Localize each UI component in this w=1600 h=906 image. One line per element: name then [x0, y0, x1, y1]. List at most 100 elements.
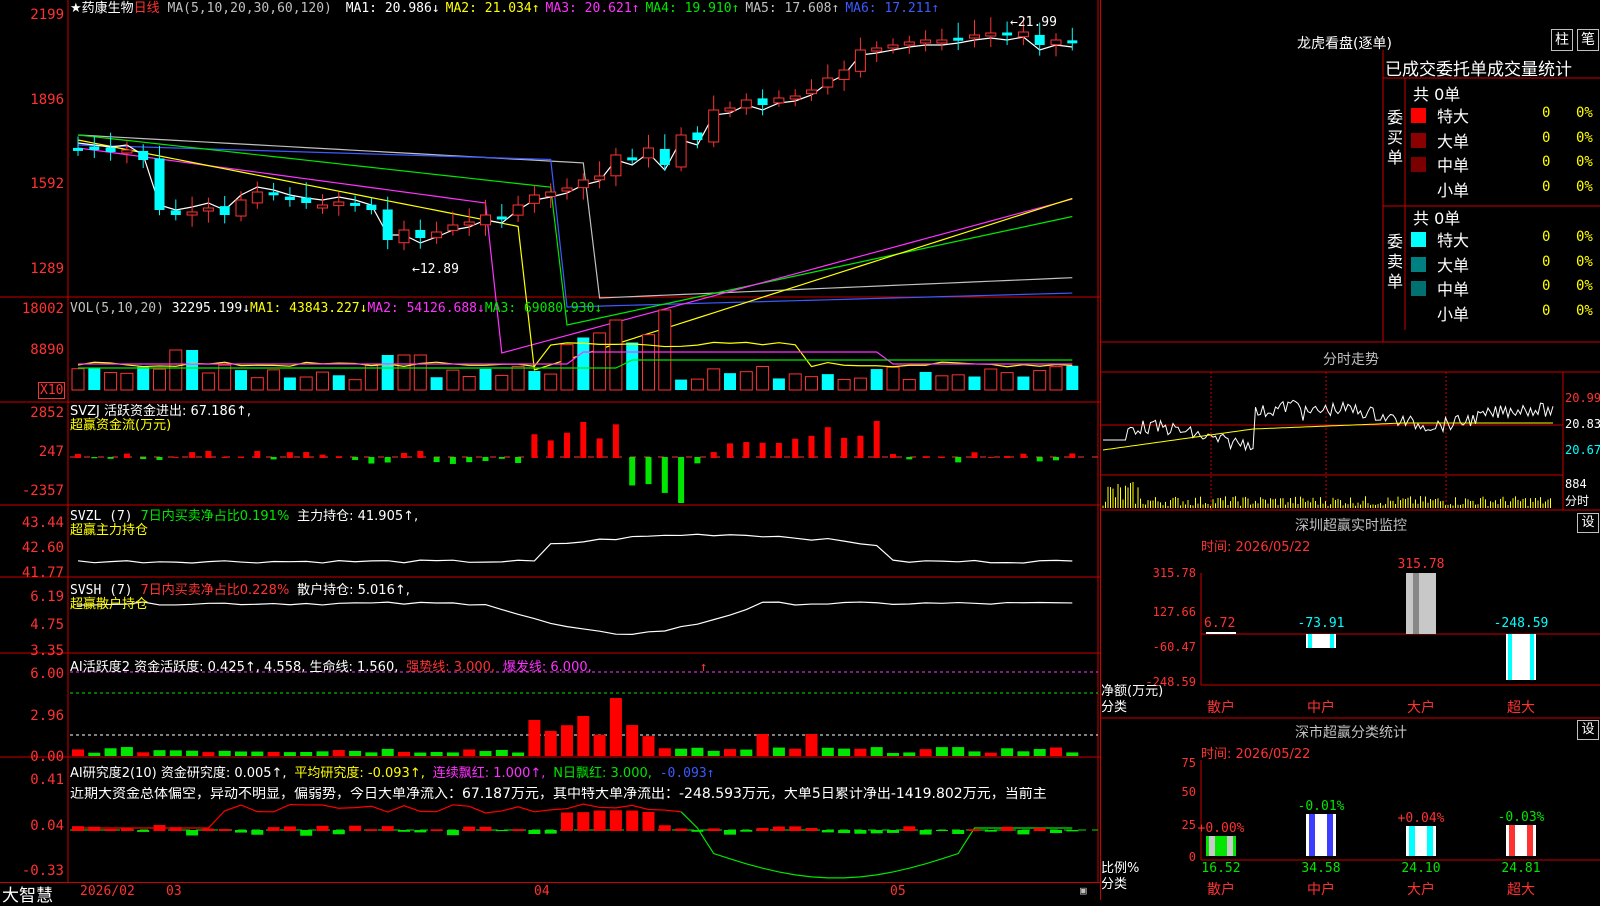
research-bar: [414, 830, 427, 833]
ma-value: MA6: 17.211↑: [845, 1, 940, 16]
intraday-axis-label: 20.83: [1565, 417, 1600, 431]
activity-bar: [169, 750, 182, 756]
candle-body: [740, 99, 752, 109]
main-indicator-header: ★药康生物日线 MA(5,10,20,30,60,120) MA1: 20.98…: [70, 1, 939, 16]
monitor-bar-accent: [1330, 634, 1334, 648]
period-label[interactable]: 日线: [134, 1, 160, 16]
candle-body: [920, 39, 932, 44]
volume-bar: [919, 371, 932, 390]
kline-chart-canvas[interactable]: [0, 0, 1100, 882]
fund-flow-bar: [368, 457, 375, 464]
research-bar: [120, 827, 133, 831]
research-bar: [88, 826, 101, 831]
research-bar: [544, 830, 557, 834]
candle-body: [268, 192, 279, 196]
svsh-header: SVSH (7) 7日内买卖净占比0.228% 散户持仓: 5.016↑,: [70, 583, 410, 598]
tick-mode-button[interactable]: 笔: [1577, 29, 1599, 51]
volume-bar: [544, 373, 558, 391]
candle-body: [610, 154, 622, 177]
research-bar: [300, 830, 313, 836]
monitor-axis-label: -60.47: [1153, 640, 1196, 654]
volume-bar: [364, 365, 378, 391]
volume-bar: [870, 369, 883, 390]
stats-settings-button[interactable]: 设: [1577, 720, 1599, 740]
vol-unit-badge[interactable]: X10: [38, 382, 66, 399]
volume-bar: [739, 371, 753, 391]
activity-bar: [512, 752, 525, 756]
fund-flow-bar: [710, 452, 717, 458]
research-bar: [561, 812, 573, 831]
fund-flow-bar: [645, 457, 652, 485]
research-bar: [968, 829, 981, 831]
volume-bar: [169, 349, 183, 391]
order-stats-tabs[interactable]: 已成交委托单成交量统计: [1385, 55, 1600, 80]
research-bar: [365, 829, 378, 831]
research-bar: [398, 830, 410, 832]
intraday-title: 分时走势: [1323, 352, 1379, 368]
stats-category-label: 超大: [1507, 882, 1535, 898]
fund-flow-bar: [303, 452, 310, 458]
candle-body: [1017, 31, 1029, 38]
candle-body: [447, 224, 459, 231]
intraday-axis-label: 20.99: [1565, 391, 1600, 405]
volume-bar: [413, 354, 427, 391]
monitor-settings-button[interactable]: 设: [1577, 513, 1599, 533]
fund-flow-bar: [498, 457, 505, 459]
candle-body: [594, 175, 606, 181]
order-type-label: 特大: [1437, 231, 1470, 250]
monitor-bar-accent: [1308, 634, 1312, 648]
stats-category-label: 中户: [1307, 881, 1335, 898]
stats-bar-accent: [1227, 836, 1233, 856]
retail-holding-line: [77, 601, 1073, 635]
svzj-axis-label: 2852: [30, 405, 64, 421]
activity-bar: [707, 750, 720, 756]
kline-chart-area[interactable]: ★药康生物日线 MA(5,10,20,30,60,120) MA1: 20.98…: [0, 0, 1100, 882]
activity-bar: [919, 749, 932, 756]
candle-body: [284, 196, 295, 200]
activity-bar: [218, 750, 231, 756]
activity-bar: [935, 747, 948, 756]
monitor-bar: [1206, 632, 1236, 634]
fund-flow-bar: [172, 456, 179, 458]
ma-value: MA2: 21.034↑: [445, 1, 540, 16]
fund-flow-bar: [808, 435, 815, 458]
candle-body: [871, 47, 883, 52]
stats-axis-label: 50: [1182, 785, 1196, 799]
activity-bar: [267, 752, 280, 756]
lock-icon[interactable]: ▣: [1080, 884, 1087, 897]
monitor-value-label: -73.91: [1298, 616, 1345, 631]
activity-bar: [821, 747, 834, 756]
candle-body: [577, 179, 589, 189]
ma-values: MA1: 20.986↓ MA2: 21.034↑ MA3: 20.621↑ MA4:…: [340, 1, 940, 16]
order-count: 0: [1542, 154, 1551, 170]
monitor-time: 时间: 2026/05/22: [1201, 540, 1311, 555]
research-bar: [887, 830, 899, 833]
fund-flow-bar: [319, 454, 326, 458]
research-line-green: [680, 811, 1073, 879]
order-type-label: 大单: [1437, 131, 1470, 151]
activity-bar: [772, 747, 785, 756]
order-color-swatch: [1411, 232, 1426, 247]
bar-mode-button[interactable]: 柱: [1551, 29, 1573, 51]
volume-bar: [902, 379, 916, 391]
ai2-axis-label: 0.04: [30, 818, 64, 834]
svzl-header: SVZL (7) 7日内买卖净占比0.191% 主力持仓: 41.905↑,: [70, 509, 419, 524]
activity-bar: [658, 748, 671, 756]
stats-bar-accent: [1309, 814, 1315, 856]
candle-body: [73, 147, 83, 151]
svzj-axis-label: -2357: [21, 483, 64, 499]
fund-flow-bar: [238, 456, 244, 458]
activity-bar: [349, 750, 362, 756]
research-bar: [609, 810, 622, 831]
order-count: 0: [1542, 178, 1551, 195]
fund-flow-bar: [449, 457, 456, 464]
order-type-label: 小单: [1437, 304, 1470, 324]
monitor-bar-accent: [1413, 573, 1419, 634]
fund-flow-bar: [547, 440, 554, 458]
stock-name[interactable]: ★药康生物: [70, 1, 134, 16]
research-bar: [658, 825, 671, 831]
svzj-header: SVZJ 活跃资金进出: 67.186↑,: [70, 404, 252, 419]
candle-body: [1002, 32, 1013, 36]
date-label: 03: [166, 884, 182, 899]
fund-flow-bar: [971, 452, 978, 458]
